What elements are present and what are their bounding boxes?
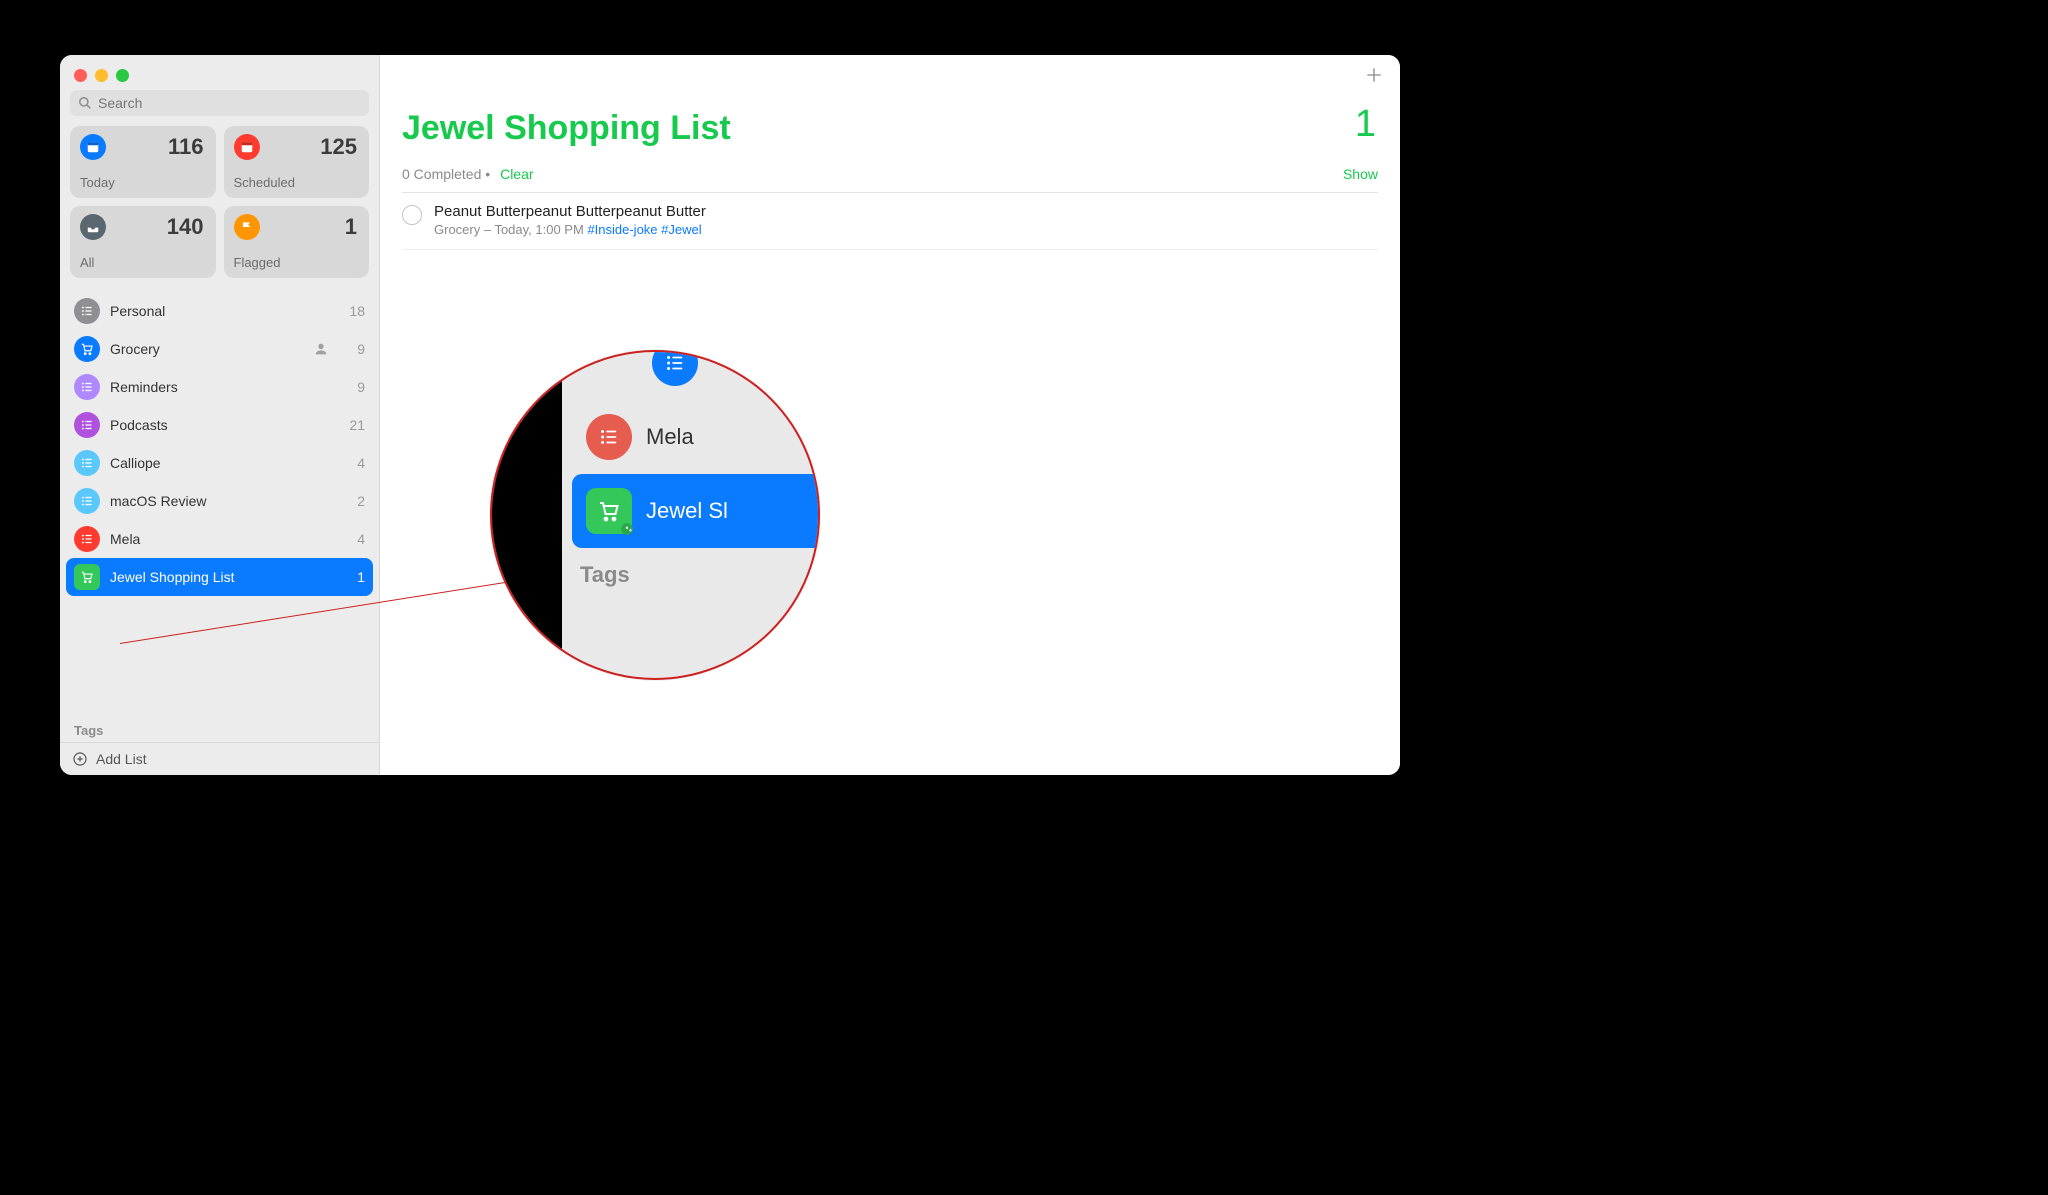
magnified-list-jewel: Jewel Sl [572,474,820,548]
list-count: 4 [345,455,365,471]
cart-smart-icon [586,488,632,534]
reminder-tag[interactable]: #Jewel [661,222,701,237]
list-icon [74,488,100,514]
reminder-tag[interactable]: #Inside-joke [587,222,657,237]
smart-scheduled-count: 125 [320,134,357,160]
list-count: 2 [345,493,365,509]
search-field[interactable] [70,90,369,116]
sidebar-list-item[interactable]: Grocery 9 [60,330,379,368]
sidebar-list-item[interactable]: Reminders 9 [60,368,379,406]
calendar-icon [234,134,260,160]
smart-flagged-count: 1 [345,214,357,240]
search-icon [78,96,92,110]
list-count: 18 [345,303,365,319]
tray-icon [80,214,106,240]
list-title: Jewel Shopping List [402,109,1378,148]
plus-icon [1364,65,1384,85]
reminder-item[interactable]: Peanut Butterpeanut Butterpeanut Butter … [402,193,1378,250]
list-name: Reminders [110,379,335,395]
smart-all-count: 140 [167,214,204,240]
cart-icon [74,336,100,362]
smart-lists: 116 Today 125 Scheduled 140 All [60,126,379,288]
magnifier-black-edge [492,352,562,680]
completed-count-label: 0 Completed [402,166,481,182]
show-completed-button[interactable]: Show [1343,166,1378,182]
window-controls [60,55,379,90]
list-icon [74,526,100,552]
sidebar-list-item[interactable]: Jewel Shopping List 1 [66,558,373,596]
list-icon [586,414,632,460]
smart-all-label: All [80,255,94,270]
clear-completed-button[interactable]: Clear [500,166,533,182]
plus-circle-icon [72,751,88,767]
complete-checkbox[interactable] [402,205,422,225]
smart-today[interactable]: 116 Today [70,126,216,198]
list-name: Calliope [110,455,335,471]
magnifier-overlay: Mela Jewel Sl Tags [490,350,820,680]
zoom-window-button[interactable] [116,69,129,82]
smart-today-label: Today [80,175,115,190]
new-reminder-button[interactable] [1364,65,1384,90]
sidebar-list-item[interactable]: Podcasts 21 [60,406,379,444]
smart-scheduled[interactable]: 125 Scheduled [224,126,370,198]
list-name: Jewel Shopping List [110,569,335,585]
add-list-button[interactable]: Add List [60,742,379,775]
shared-icon [313,341,329,357]
list-count: 9 [345,379,365,395]
dot-separator: • [485,166,490,182]
sidebar-list-item[interactable]: Calliope 4 [60,444,379,482]
calendar-today-icon [80,134,106,160]
close-window-button[interactable] [74,69,87,82]
smart-scheduled-label: Scheduled [234,175,295,190]
magnified-list-mela: Mela [572,404,818,470]
list-count: 4 [345,531,365,547]
smart-today-count: 116 [168,134,204,160]
list-icon [74,412,100,438]
flag-icon [234,214,260,240]
reminder-meta: Grocery – Today, 1:00 PM #Inside-joke #J… [434,222,1378,237]
sidebar-list-item[interactable]: macOS Review 2 [60,482,379,520]
list-icon [74,450,100,476]
my-lists: Personal18Grocery9Reminders9Podcasts21Ca… [60,288,379,713]
list-name: macOS Review [110,493,335,509]
smart-flagged[interactable]: 1 Flagged [224,206,370,278]
smart-flagged-label: Flagged [234,255,281,270]
search-input[interactable] [98,95,361,111]
tags-header: Tags [60,713,379,742]
magnified-tags-header: Tags [580,562,630,588]
list-count: 9 [345,341,365,357]
list-name: Grocery [110,341,303,357]
list-count: 1 [1355,103,1376,146]
minimize-window-button[interactable] [95,69,108,82]
sidebar-list-item[interactable]: Mela 4 [60,520,379,558]
list-name: Personal [110,303,335,319]
list-icon [74,374,100,400]
list-icon [652,350,698,386]
add-list-label: Add List [96,751,147,767]
sidebar-list-item[interactable]: Personal 18 [60,292,379,330]
smart-all[interactable]: 140 All [70,206,216,278]
completed-row: 0 Completed • Clear Show [402,166,1378,182]
cart-smart-icon [74,564,100,590]
list-name: Podcasts [110,417,335,433]
list-name: Mela [110,531,335,547]
reminder-title: Peanut Butterpeanut Butterpeanut Butter [434,203,1378,220]
list-count: 21 [345,417,365,433]
sidebar: 116 Today 125 Scheduled 140 All [60,55,380,775]
list-count: 1 [345,569,365,585]
list-icon [74,298,100,324]
